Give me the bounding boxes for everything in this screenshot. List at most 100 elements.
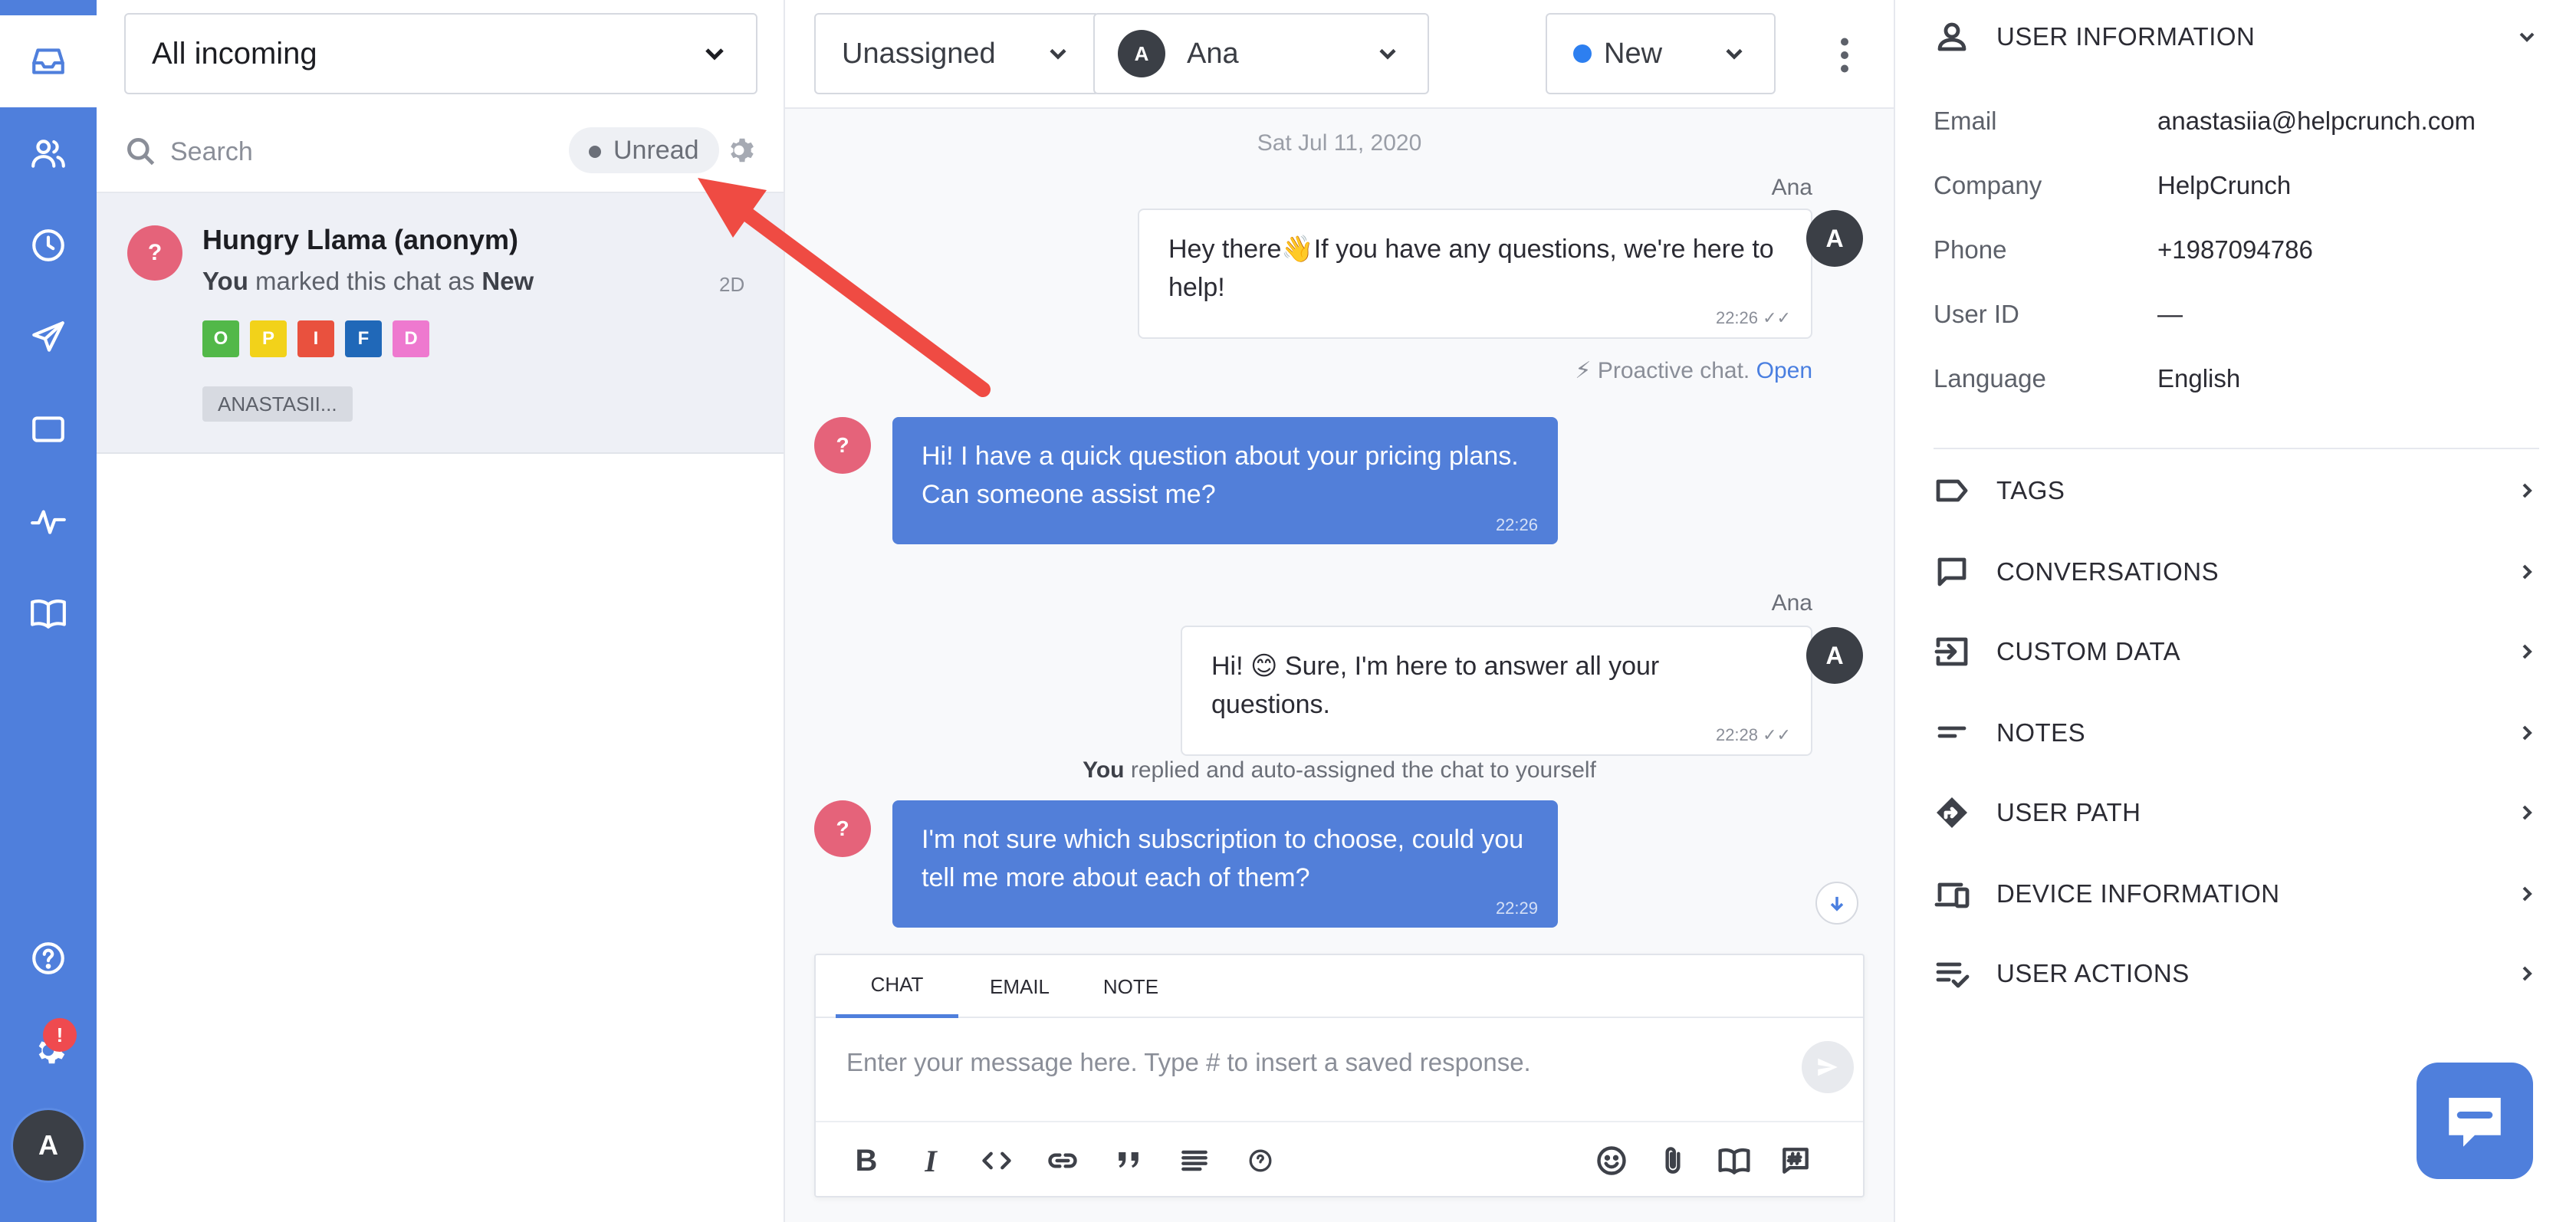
chevron-down-icon bbox=[1379, 48, 1396, 60]
arrow-down-icon bbox=[1830, 896, 1844, 912]
agent-select[interactable]: A Ana bbox=[1093, 13, 1429, 94]
preview-status: New bbox=[481, 267, 534, 295]
tag-badge: F bbox=[345, 320, 382, 357]
chevron-down-icon bbox=[1050, 48, 1066, 60]
nav-popups[interactable] bbox=[0, 383, 97, 475]
message-bubble-outgoing: Hey there👋If you have any questions, we'… bbox=[1138, 209, 1812, 339]
section-user-path[interactable]: USER PATH bbox=[1934, 790, 2539, 836]
scroll-to-bottom-button[interactable] bbox=[1815, 882, 1858, 925]
nav-help[interactable] bbox=[0, 912, 97, 1004]
formatting-help-button[interactable] bbox=[1239, 1139, 1282, 1182]
message-bubble-incoming: I'm not sure which subscription to choos… bbox=[892, 800, 1558, 928]
help-circle-icon bbox=[32, 942, 64, 974]
nav-settings[interactable]: ! bbox=[0, 1004, 97, 1096]
unread-filter-chip[interactable]: Unread bbox=[569, 127, 719, 173]
info-row-user-id: User ID — bbox=[1934, 293, 2539, 336]
link-button[interactable] bbox=[1041, 1139, 1084, 1182]
more-options-button[interactable] bbox=[1822, 32, 1868, 78]
info-label: Email bbox=[1934, 107, 1997, 135]
composer-divider bbox=[816, 1121, 1863, 1122]
chevron-down-icon bbox=[705, 48, 724, 61]
inbox-icon bbox=[32, 48, 64, 74]
tab-chat[interactable]: CHAT bbox=[836, 955, 958, 1018]
info-label: User ID bbox=[1934, 300, 2019, 328]
bold-button[interactable]: B bbox=[845, 1139, 888, 1182]
preview-actor: You bbox=[202, 267, 248, 295]
info-row-email: Email anastasiia@helpcrunch.com bbox=[1934, 100, 2539, 143]
list-settings-gear-icon[interactable] bbox=[722, 133, 756, 167]
nav-reports[interactable] bbox=[0, 475, 97, 567]
message-sender: Ana bbox=[1771, 175, 1812, 200]
message-composer: CHAT EMAIL NOTE B I bbox=[814, 954, 1865, 1197]
system-text: replied and auto-assigned the chat to yo… bbox=[1124, 757, 1596, 783]
system-note: You replied and auto-assigned the chat t… bbox=[785, 757, 1894, 783]
preview-text: marked this chat as bbox=[248, 267, 482, 295]
proactive-open-link[interactable]: Open bbox=[1756, 358, 1812, 383]
status-select[interactable]: New bbox=[1546, 13, 1776, 94]
paperclip-icon bbox=[1665, 1147, 1681, 1174]
book-icon bbox=[31, 600, 66, 629]
message-sender: Ana bbox=[1771, 590, 1812, 616]
nav-inbox[interactable] bbox=[0, 15, 97, 107]
tag-badge: D bbox=[393, 320, 429, 357]
inbox-filter-select[interactable]: All incoming bbox=[124, 13, 757, 94]
bold-icon: B bbox=[855, 1143, 878, 1178]
section-custom-data[interactable]: CUSTOM DATA bbox=[1934, 629, 2539, 675]
section-user-actions[interactable]: USER ACTIONS bbox=[1934, 951, 2539, 997]
settings-alert-badge: ! bbox=[43, 1018, 77, 1052]
tab-email[interactable]: EMAIL bbox=[966, 955, 1073, 1018]
message-time: 22:28 ✓✓ bbox=[1715, 725, 1791, 744]
nav-contacts[interactable] bbox=[0, 107, 97, 199]
section-device-information[interactable]: DEVICE INFORMATION bbox=[1934, 871, 2539, 917]
search-input[interactable] bbox=[170, 129, 630, 175]
section-tags[interactable]: TAGS bbox=[1934, 468, 2539, 514]
emoji-button[interactable] bbox=[1590, 1139, 1633, 1182]
saved-responses-button[interactable] bbox=[1774, 1139, 1817, 1182]
info-value: +1987094786 bbox=[2157, 235, 2313, 264]
clock-icon bbox=[32, 229, 64, 261]
send-button[interactable] bbox=[1802, 1041, 1854, 1093]
chat-preview: You marked this chat as New bbox=[202, 267, 534, 296]
chat-list-panel: All incoming Unread ? Hungry Llama (anon… bbox=[97, 0, 785, 1222]
section-notes[interactable]: NOTES bbox=[1934, 710, 2539, 756]
user-icon bbox=[1934, 18, 1970, 55]
info-value: anastasiia@helpcrunch.com bbox=[2157, 107, 2476, 135]
agent-mini-avatar: A bbox=[1118, 30, 1165, 77]
message-time: 22:26 ✓✓ bbox=[1715, 308, 1791, 327]
tag-badge: I bbox=[297, 320, 334, 357]
proactive-chat-note: ⚡ Proactive chat. Open bbox=[1575, 357, 1812, 384]
visitor-avatar: ? bbox=[127, 225, 182, 281]
code-icon bbox=[982, 1151, 1011, 1170]
window-icon bbox=[32, 416, 64, 442]
hash-message-icon bbox=[1783, 1148, 1809, 1174]
visitor-message-avatar: ? bbox=[814, 417, 871, 474]
chevron-right-icon bbox=[2515, 961, 2539, 986]
tag-badge: P bbox=[250, 320, 287, 357]
attach-button[interactable] bbox=[1651, 1139, 1694, 1182]
status-label: New bbox=[1604, 37, 1663, 70]
nav-knowledge-base[interactable] bbox=[0, 567, 97, 659]
search-bar: Unread bbox=[97, 107, 784, 193]
code-button[interactable] bbox=[975, 1139, 1018, 1182]
section-user-information[interactable]: USER INFORMATION bbox=[1934, 14, 2539, 60]
section-conversations[interactable]: CONVERSATIONS bbox=[1934, 549, 2539, 595]
tag-icon bbox=[1934, 472, 1970, 509]
nav-rail: ! A bbox=[0, 0, 97, 1222]
italic-button[interactable]: I bbox=[909, 1139, 952, 1182]
tab-note[interactable]: NOTE bbox=[1081, 955, 1181, 1018]
message-input[interactable] bbox=[846, 1040, 1751, 1086]
assigned-agent-pill: ANASTASII... bbox=[202, 386, 353, 422]
nav-history[interactable] bbox=[0, 199, 97, 291]
align-button[interactable] bbox=[1173, 1139, 1216, 1182]
align-justify-icon bbox=[1181, 1150, 1208, 1171]
chat-list-item[interactable]: ? Hungry Llama (anonym) You marked this … bbox=[97, 193, 784, 454]
quote-button[interactable] bbox=[1107, 1139, 1150, 1182]
assignee-select[interactable]: Unassigned bbox=[814, 13, 1099, 94]
info-row-company: Company HelpCrunch bbox=[1934, 164, 2539, 207]
agent-avatar[interactable]: A bbox=[13, 1110, 84, 1181]
knowledge-base-button[interactable] bbox=[1713, 1139, 1756, 1182]
nav-campaigns[interactable] bbox=[0, 291, 97, 383]
chat-time: 2D bbox=[719, 273, 745, 296]
chevron-right-icon bbox=[2515, 882, 2539, 906]
chat-widget-button[interactable] bbox=[2417, 1063, 2533, 1179]
